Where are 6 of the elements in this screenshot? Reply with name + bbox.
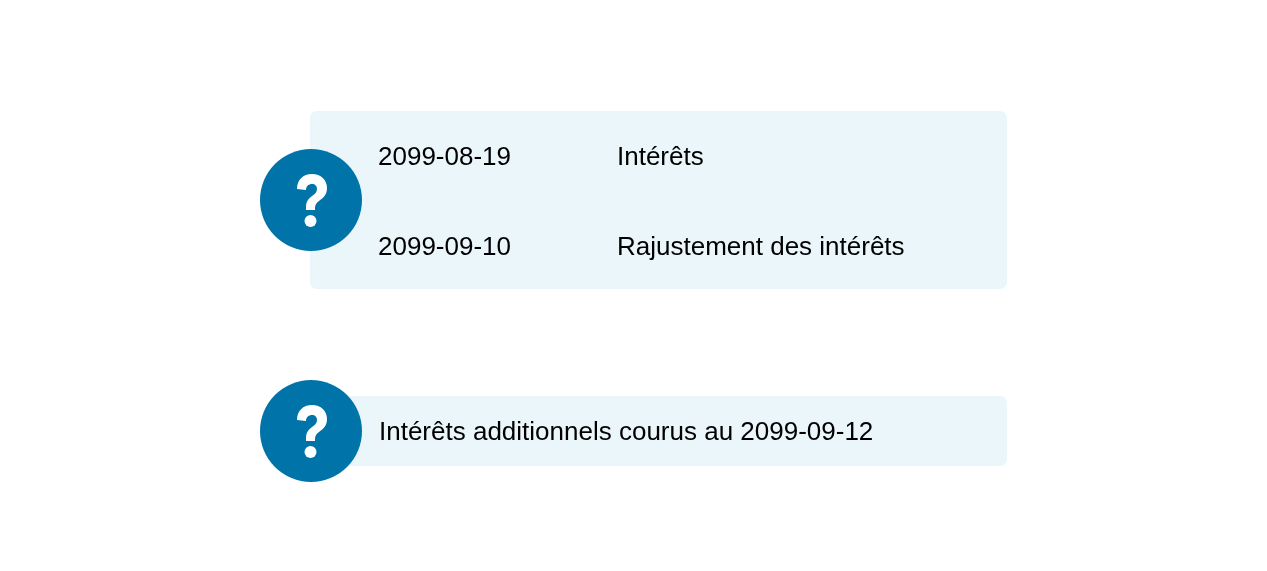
label-text: Rajustement des intérêts (617, 230, 906, 263)
label-text: Intérêts (617, 140, 705, 173)
date-text: 2099-08-19 (378, 140, 512, 173)
help-icon (260, 149, 362, 251)
date-text: 2099-09-10 (378, 230, 512, 263)
help-icon (260, 380, 362, 482)
